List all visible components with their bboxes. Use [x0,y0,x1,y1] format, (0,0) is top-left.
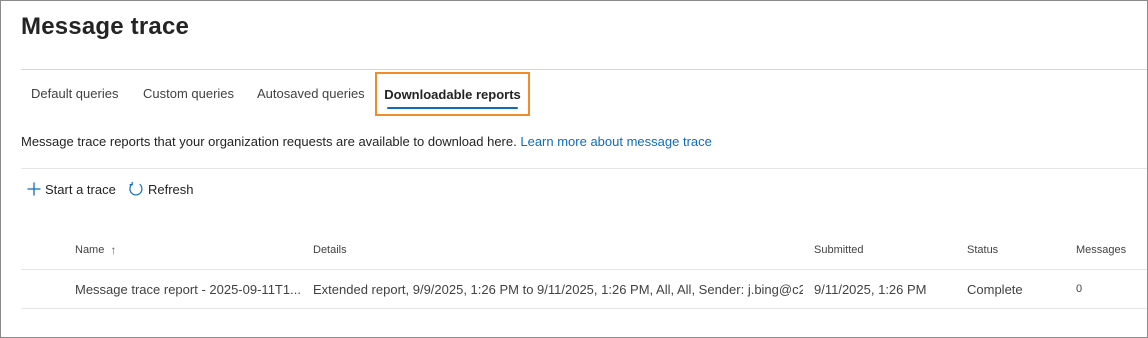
app-frame: Message trace Default queries Custom que… [0,0,1148,338]
page-title: Message trace [21,13,190,40]
tab-autosaved-queries[interactable]: Autosaved queries [257,71,365,115]
sort-ascending-icon: ↑ [110,243,117,257]
title-divider [21,69,1147,70]
selected-tab-indicator [387,107,518,109]
table-row[interactable]: Message trace report - 2025-09-11T1... E… [21,270,1147,309]
description-divider [21,168,1147,169]
column-header-status[interactable]: Status [967,231,1067,269]
start-trace-button[interactable]: Start a trace [27,179,116,199]
column-header-submitted[interactable]: Submitted [814,231,954,269]
row-details: Extended report, 9/9/2025, 1:26 PM to 9/… [313,281,803,297]
tab-custom-queries[interactable]: Custom queries [143,71,234,115]
refresh-icon [129,181,143,196]
description-text: Message trace reports that your organiza… [21,134,517,149]
reports-table: Name ↑ Details Submitted Status Messages… [21,231,1147,309]
row-name[interactable]: Message trace report - 2025-09-11T1... [75,270,301,308]
tab-downloadable-reports[interactable]: Downloadable reports [375,72,530,116]
tab-default-queries[interactable]: Default queries [31,71,118,115]
refresh-button[interactable]: Refresh [128,179,194,199]
refresh-label: Refresh [148,181,194,197]
row-messages: 0 [1076,283,1083,295]
column-header-messages[interactable]: Messages [1076,231,1146,269]
learn-more-link[interactable]: Learn more about message trace [520,134,712,149]
table-header: Name ↑ Details Submitted Status Messages [21,231,1147,270]
page-description: Message trace reports that your organiza… [21,134,712,149]
row-submitted: 9/11/2025, 1:26 PM [814,281,927,297]
column-header-details[interactable]: Details [313,231,803,269]
row-status: Complete [967,281,1023,297]
column-header-name-label: Name [75,244,105,256]
column-header-name[interactable]: Name ↑ [75,231,301,269]
start-trace-label: Start a trace [45,181,116,197]
add-icon [27,182,41,196]
tab-downloadable-reports-label: Downloadable reports [384,86,521,102]
